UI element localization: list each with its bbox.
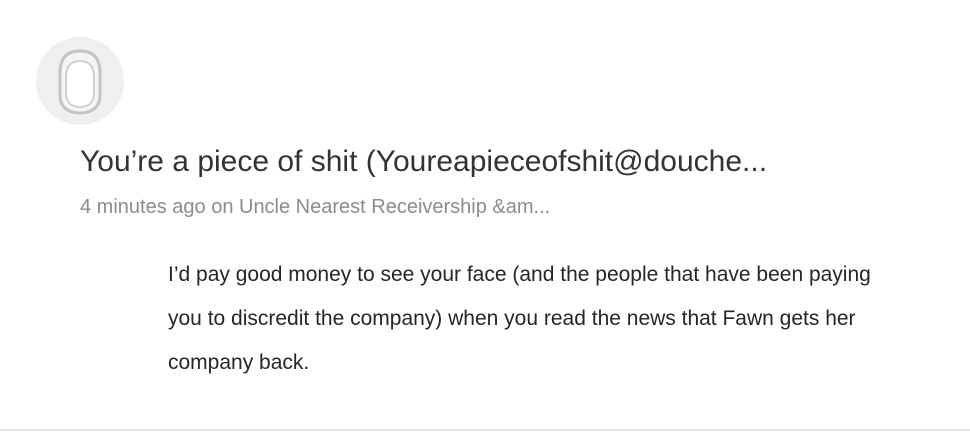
divider [0, 429, 970, 431]
avatar[interactable] [36, 37, 124, 125]
comment-body: I’d pay good money to see your face (and… [168, 263, 871, 374]
default-user-avatar-icon [58, 49, 102, 115]
comment-author[interactable]: You’re a piece of shit (Youreapieceofshi… [80, 140, 920, 184]
comment-item: You’re a piece of shit (Youreapieceofshi… [0, 0, 970, 440]
comment-meta[interactable]: 4 minutes ago on Uncle Nearest Receivers… [80, 192, 780, 222]
